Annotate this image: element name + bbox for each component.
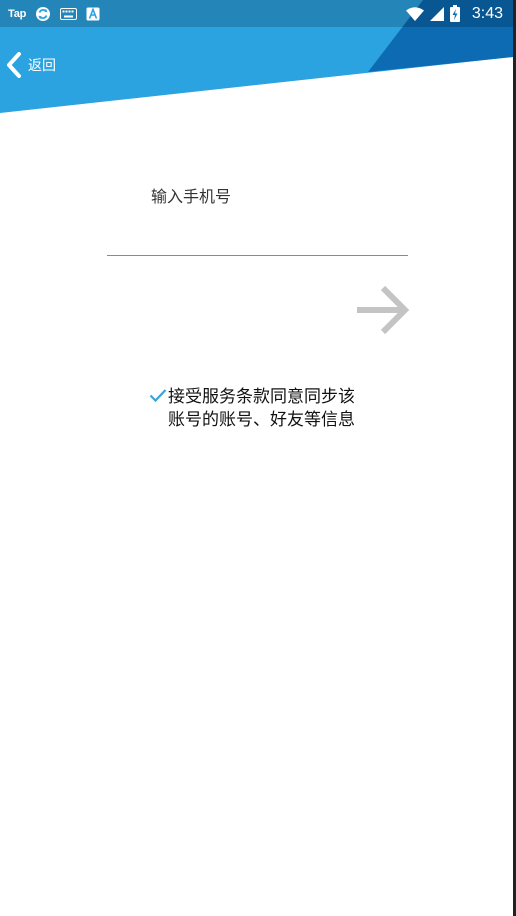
login-page: Tap 3:43 返回 输入手机号 接受服务条款同意同步该账号的账号、好友等信息 bbox=[0, 0, 513, 916]
check-icon bbox=[149, 389, 167, 403]
agreement-row: 接受服务条款同意同步该账号的账号、好友等信息 bbox=[149, 386, 369, 439]
next-button[interactable] bbox=[354, 284, 410, 336]
back-button[interactable]: 返回 bbox=[6, 51, 56, 79]
agreement-text[interactable]: 接受服务条款同意同步该账号的账号、好友等信息 bbox=[168, 386, 360, 432]
agreement-checkbox[interactable] bbox=[149, 388, 167, 404]
status-time: 3:43 bbox=[471, 4, 503, 22]
status-bar: Tap 3:43 bbox=[0, 0, 513, 27]
phone-label: 输入手机号 bbox=[151, 187, 232, 206]
sync-icon bbox=[35, 6, 51, 22]
status-bar-right: 3:43 bbox=[405, 0, 503, 27]
signal-icon bbox=[429, 6, 444, 21]
app-label: Tap bbox=[8, 7, 27, 20]
arrow-right-icon bbox=[357, 285, 410, 335]
font-a-icon bbox=[86, 6, 100, 21]
back-label: 返回 bbox=[28, 58, 56, 74]
keyboard-icon bbox=[60, 7, 78, 20]
wifi-icon bbox=[405, 6, 424, 21]
status-bar-left: Tap bbox=[8, 0, 100, 27]
chevron-left-icon bbox=[6, 52, 22, 78]
battery-charging-icon bbox=[449, 5, 460, 22]
phone-input[interactable] bbox=[107, 221, 408, 256]
